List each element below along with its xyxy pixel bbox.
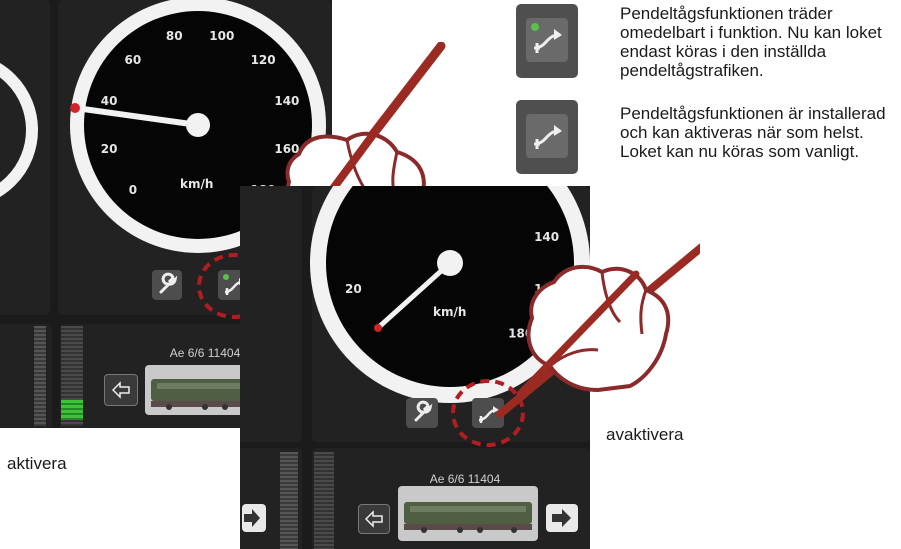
right-next-loco-button[interactable] (546, 504, 578, 532)
arrow-left-icon (111, 381, 130, 399)
right-left-power-bar (280, 452, 298, 549)
tick-label: 0 (129, 183, 137, 197)
right-caption: avaktivera (606, 425, 684, 444)
right-settings-button[interactable] (406, 398, 438, 428)
legend-text-active: Pendeltågsfunktionen träder omedelbart i… (620, 4, 882, 80)
tick-label: 60 (125, 53, 142, 67)
right-arrow-right-icon (552, 509, 571, 527)
right-previous-loco-button[interactable] (358, 504, 390, 534)
left-partial-gauge (0, 63, 38, 197)
legend-icon-active (516, 4, 578, 78)
tick-label: 80 (166, 29, 183, 43)
right-wrench-icon (414, 400, 433, 422)
right-arrow-partial-icon (244, 509, 260, 527)
right-speed-unit-label: km/h (433, 305, 466, 319)
left-caption: aktivera (7, 454, 67, 473)
left-power-bar (34, 326, 46, 426)
right-arrow-left-icon (364, 510, 383, 528)
needle-tip (70, 103, 80, 113)
legend-icon-installed (516, 100, 578, 174)
right-left-tile-next-button[interactable] (242, 504, 266, 532)
previous-loco-button[interactable] (104, 374, 138, 406)
right-loco-power-bar (314, 452, 334, 549)
settings-button[interactable] (152, 270, 182, 300)
shuttle-train-installed-icon (534, 125, 562, 149)
right-hand-pen (496, 243, 700, 418)
right-needle-hub (437, 250, 463, 276)
right-needle-tip (374, 324, 382, 332)
loco-power-level (61, 400, 83, 420)
legend-text-installed: Pendeltågsfunktionen är installerad och … (620, 104, 886, 161)
right-locomotive-icon (404, 502, 532, 533)
wrench-icon (159, 272, 178, 294)
right-tick-label: 20 (345, 282, 362, 296)
tick-label: 40 (101, 94, 118, 108)
speed-unit-label: km/h (180, 177, 213, 191)
shuttle-train-active-icon (531, 23, 562, 53)
right-loco-image[interactable] (398, 486, 538, 541)
right-loco-name: Ae 6/6 11404 (429, 472, 501, 486)
tick-label: 20 (101, 142, 118, 156)
tick-label: 100 (209, 29, 234, 43)
needle-hub (186, 113, 210, 137)
